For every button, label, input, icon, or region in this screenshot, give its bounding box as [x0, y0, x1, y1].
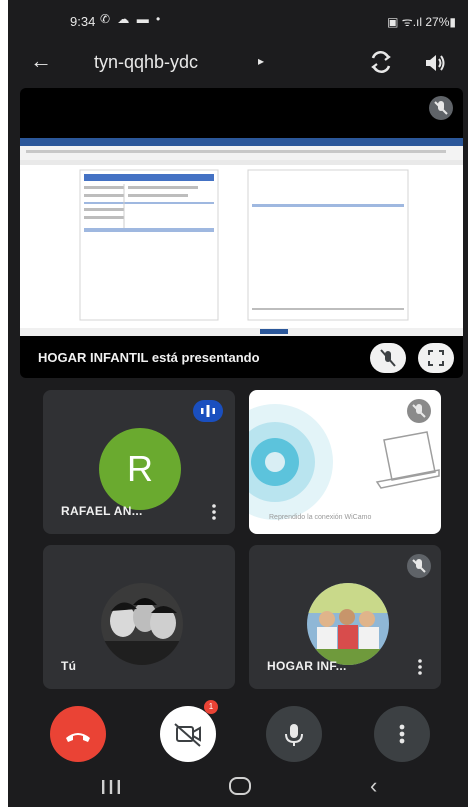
participant-name: HOGAR INF... [267, 659, 347, 673]
microphone-button[interactable] [266, 706, 322, 762]
hogar-avatar-photo [307, 583, 389, 665]
audio-wave-icon [201, 405, 215, 417]
back-arrow-icon[interactable]: ← [30, 48, 52, 74]
back-chevron-icon[interactable]: ‹ [370, 773, 377, 799]
android-navigation-bar: ‹ [8, 765, 468, 807]
camera-off-icon [174, 723, 201, 747]
participant-name: RAFAEL AN... [61, 504, 143, 518]
avatar: R [99, 428, 181, 510]
participant-tile-self[interactable]: Tú [43, 545, 235, 689]
participant-tile-connecting[interactable]: Reprendido la conexión WiCamo [249, 390, 441, 534]
camera-notification-badge: 1 [204, 700, 218, 714]
shared-screen-content [20, 138, 463, 336]
switch-camera-icon[interactable] [368, 49, 394, 75]
speaker-volume-icon[interactable] [422, 50, 448, 76]
presentation-tile[interactable]: HOGAR INFANTIL está presentando [20, 88, 463, 378]
participant-tile-hogar[interactable]: HOGAR INF... [249, 545, 441, 689]
more-options-icon[interactable] [417, 659, 423, 675]
self-avatar-photo [101, 583, 183, 665]
more-options-icon[interactable] [211, 504, 217, 520]
call-controls [8, 702, 468, 762]
camera-toggle-button[interactable] [160, 706, 216, 762]
fullscreen-icon [428, 350, 444, 366]
meeting-header: ← tyn-qqhb-ydc ▸ [8, 40, 468, 84]
home-icon[interactable] [229, 777, 251, 795]
phone-hangup-icon [66, 733, 90, 742]
presenter-caption: HOGAR INFANTIL está presentando [38, 350, 260, 365]
fullscreen-button[interactable] [418, 343, 454, 373]
more-vert-icon [399, 724, 405, 744]
volume-off-icon [380, 349, 396, 367]
battery-signal-indicator: ▣ ᯤ.ıl 27%▮ [387, 15, 456, 29]
mute-presentation-button[interactable] [370, 343, 406, 373]
muted-indicator [407, 554, 431, 578]
notification-icons: ✆ ☁ ▬ • [100, 12, 163, 26]
status-bar: 9:34 ✆ ☁ ▬ • ▣ ᯤ.ıl 27%▮ [8, 0, 468, 36]
meeting-code[interactable]: tyn-qqhb-ydc [94, 52, 198, 73]
end-call-button[interactable] [50, 706, 106, 762]
microphone-icon [285, 724, 303, 746]
speaking-indicator [193, 400, 223, 422]
mic-off-icon [434, 101, 448, 115]
meet-app-screen: 9:34 ✆ ☁ ▬ • ▣ ᯤ.ıl 27%▮ ← tyn-qqhb-ydc … [8, 0, 468, 807]
connecting-status-text: Reprendido la conexión WiCamo [269, 513, 372, 521]
presenter-muted-indicator [429, 96, 453, 120]
meeting-info-arrow-icon[interactable]: ▸ [258, 54, 264, 68]
mic-off-icon [412, 559, 426, 573]
participant-tile-rafael[interactable]: R RAFAEL AN... [43, 390, 235, 534]
more-options-button[interactable] [374, 706, 430, 762]
recents-icon[interactable] [100, 779, 122, 795]
participant-name: Tú [61, 659, 77, 673]
status-time: 9:34 [70, 14, 96, 29]
